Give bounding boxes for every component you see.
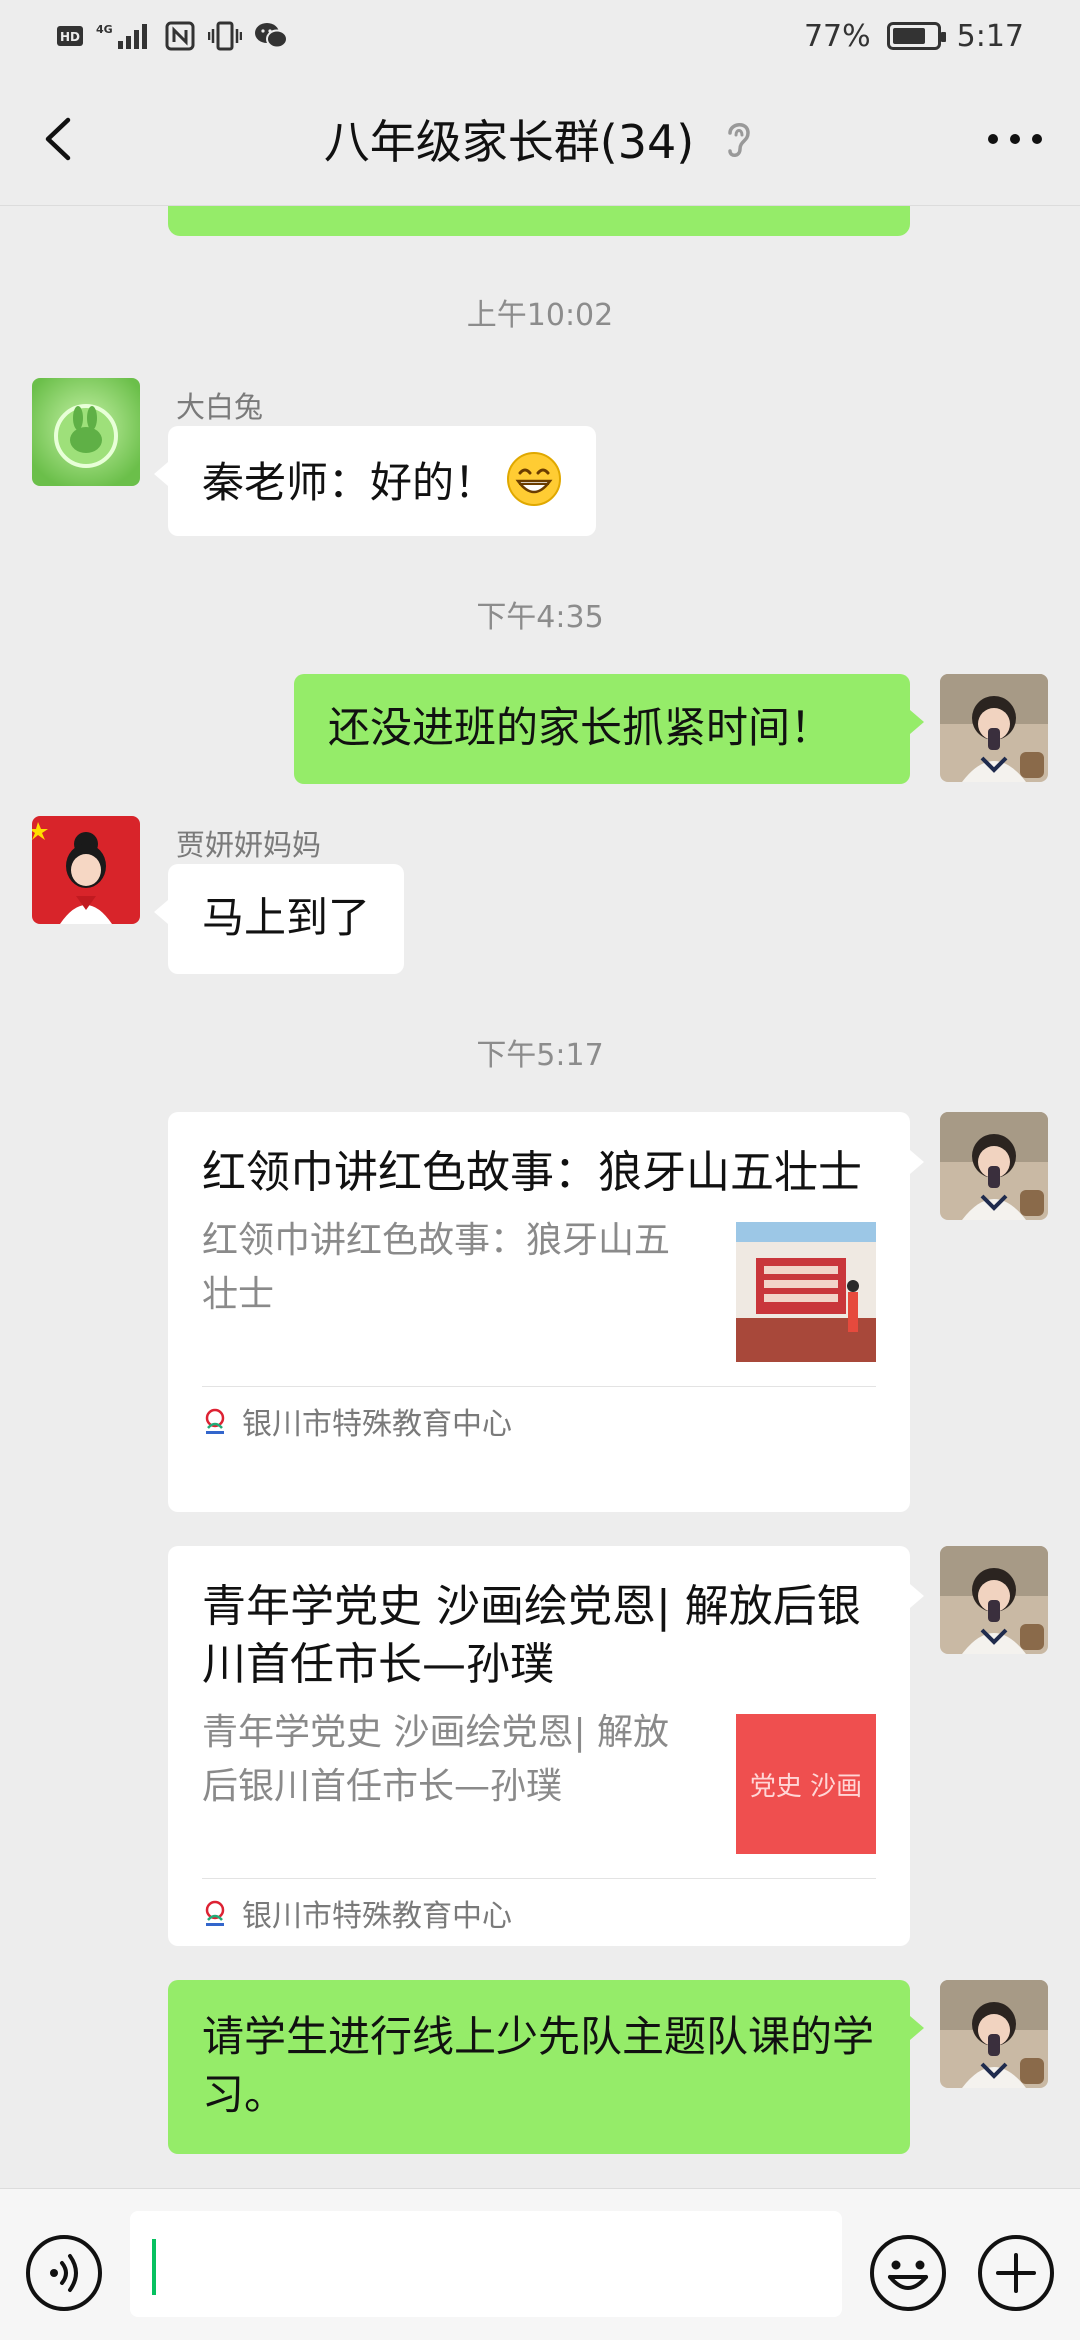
article-description: 红领巾讲红色故事：狼牙山五壮士 (202, 1220, 671, 1315)
4g-signal-icon: 4G (96, 23, 147, 49)
avatar-self[interactable] (940, 1980, 1048, 2088)
chat-header: 八年级家长群(34) (0, 72, 1080, 206)
timestamp: 下午5:17 (476, 1038, 604, 1073)
article-body: 青年学党史 沙画绘党恩| 解放后银川首任市长—孙璞 党史 沙画 (202, 1706, 876, 1854)
battery-percentage: 77% (803, 18, 871, 54)
article-description: 青年学党史 沙画绘党恩| 解放后银川首任市长—孙璞 (202, 1712, 670, 1807)
article-title: 红领巾讲红色故事：狼牙山五壮士 (202, 1147, 862, 1198)
avatar-image (32, 378, 140, 486)
sender-name: 大白兔 (176, 390, 264, 424)
emoji-icon[interactable] (868, 2233, 948, 2313)
avatar-dabaitu[interactable] (32, 378, 140, 486)
status-time: 5:17 (956, 18, 1024, 54)
back-arrow-icon[interactable] (30, 106, 90, 172)
voice-input-icon[interactable] (24, 2233, 104, 2313)
timestamp: 下午4:35 (476, 600, 604, 635)
nfc-icon (165, 21, 195, 51)
article-source-name: 银川市特殊教育中心 (242, 1898, 512, 1934)
partial-message-bubble[interactable] (168, 206, 910, 236)
thumbnail-text: 党史 沙画 (749, 1771, 863, 1802)
svg-text:HD: HD (60, 30, 80, 44)
avatar-image (940, 1112, 1048, 1220)
message-text: 还没进班的家长抓紧时间！ (328, 703, 833, 752)
source-logo-icon (205, 1900, 225, 1926)
battery-icon (886, 22, 946, 50)
avatar-image (940, 1980, 1048, 2088)
source-logo-icon (205, 1408, 225, 1434)
article-card[interactable]: 红领巾讲红色故事：狼牙山五壮士 红领巾讲红色故事：狼牙山五壮士 银川市特殊教育中… (168, 1112, 924, 1512)
grinning-face-emoji-icon (507, 452, 562, 506)
message-text: 请学生进行线上少先队主题队课的学习。 (202, 2012, 875, 2119)
message-bubble[interactable]: 秦老师：好的！ (153, 426, 597, 536)
article-title: 青年学党史 沙画绘党恩| 解放后银川首任市长—孙璞 (202, 1581, 861, 1690)
avatar-self[interactable] (940, 1112, 1048, 1220)
article-thumbnail (736, 1222, 876, 1362)
message-bubble[interactable]: 请学生进行线上少先队主题队课的学习。 (168, 1980, 924, 2154)
chat-title-wrap: 八年级家长群(34) (324, 106, 756, 172)
plus-icon[interactable] (976, 2233, 1056, 2313)
article-source-name: 银川市特殊教育中心 (242, 1406, 512, 1442)
avatar-jiayanyan-mom[interactable] (32, 816, 140, 924)
article-thumbnail: 党史 沙画 (736, 1714, 876, 1854)
battery-level (892, 28, 925, 44)
article-card[interactable]: 青年学党史 沙画绘党恩| 解放后银川首任市长—孙璞 青年学党史 沙画绘党恩| 解… (168, 1546, 924, 1946)
wechat-notification-icon (255, 23, 288, 49)
avatar-image (32, 816, 140, 924)
message-bubble[interactable]: 还没进班的家长抓紧时间！ (294, 674, 924, 784)
chat-title: 八年级家长群(34) (323, 114, 695, 169)
vibrate-icon (208, 21, 242, 51)
hd-icon: HD (57, 26, 83, 46)
message-text: 秦老师：好的！ (202, 458, 497, 507)
text-cursor (152, 2239, 156, 2295)
article-source: 银川市特殊教育中心 (202, 1386, 876, 1454)
thumbnail-image (736, 1222, 876, 1362)
message-bubble[interactable]: 马上到了 (153, 864, 405, 974)
status-icons-left: HD 4G (56, 20, 288, 52)
message-text: 马上到了 (202, 893, 371, 942)
avatar-self[interactable] (940, 1546, 1048, 1654)
status-bar: HD 4G 77% 5:17 (0, 0, 1080, 72)
article-source: 银川市特殊教育中心 (202, 1878, 876, 1946)
timestamp: 上午10:02 (466, 298, 614, 333)
sender-name: 贾妍妍妈妈 (176, 828, 322, 862)
chat-message-list[interactable]: 上午10:02 大白兔 秦老师：好的！ 下午4:35 还没进班的家长抓紧时间！ (0, 206, 1080, 2188)
article-body: 红领巾讲红色故事：狼牙山五壮士 (202, 1214, 876, 1362)
status-icons-right: 77% 5:17 (804, 19, 1024, 54)
avatar-image (940, 1546, 1048, 1654)
avatar-self[interactable] (940, 674, 1048, 782)
message-input[interactable] (130, 2211, 842, 2317)
avatar-image (940, 674, 1048, 782)
svg-text:4G: 4G (96, 23, 113, 36)
more-options-icon[interactable] (980, 116, 1050, 162)
input-bar (0, 2188, 1080, 2340)
earpiece-mode-icon (728, 122, 750, 157)
